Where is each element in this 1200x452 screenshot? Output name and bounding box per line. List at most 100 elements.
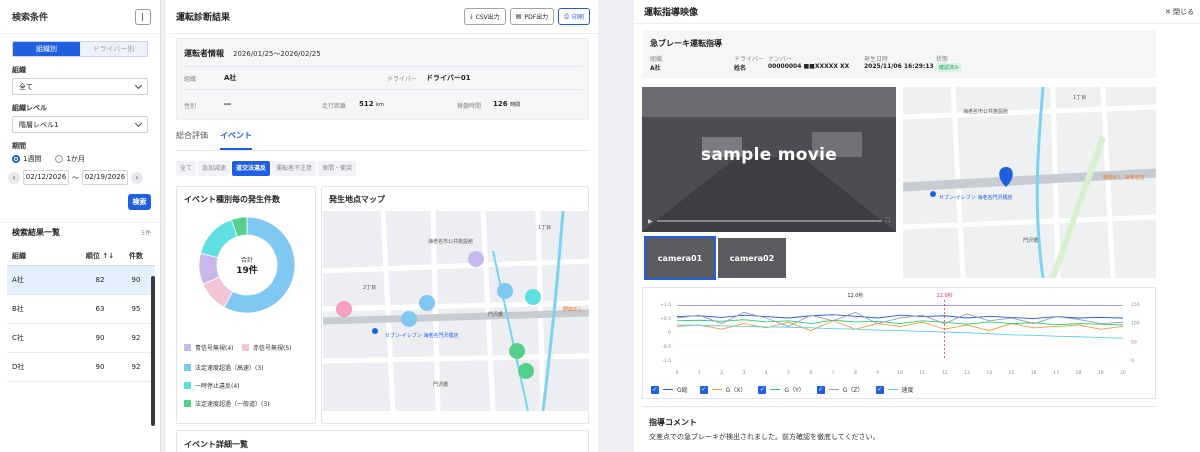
donut-slice-3[interactable] bbox=[199, 219, 238, 259]
results-title: 検索結果一覧 bbox=[12, 228, 60, 237]
row-rank: 90 bbox=[95, 363, 105, 371]
date-from-field[interactable]: 02/12/2026 bbox=[23, 170, 69, 185]
series-toggle[interactable]: ✓ G総 bbox=[651, 385, 688, 394]
collapse-panel-icon[interactable] bbox=[135, 8, 151, 25]
event-marker-icon[interactable] bbox=[518, 363, 534, 379]
series-toggle[interactable]: ✓ G（Y） bbox=[758, 385, 805, 394]
level-select[interactable]: 階層レベル1 bbox=[12, 116, 148, 133]
org-select-value: 全て bbox=[19, 82, 33, 91]
event-marker-icon[interactable] bbox=[497, 283, 513, 299]
event-marker-icon[interactable] bbox=[336, 301, 352, 317]
chip-accel[interactable]: 急加減速 bbox=[198, 161, 231, 176]
org-value: A社 bbox=[224, 74, 237, 82]
print-button[interactable]: ⎙ 印刷 bbox=[558, 8, 590, 25]
table-row[interactable]: D社 90 92 bbox=[7, 353, 155, 382]
series-toggle[interactable]: ✓ G（X） bbox=[699, 385, 746, 394]
legend-label: G（Z） bbox=[842, 387, 864, 394]
close-button[interactable]: ✕ 閉じる bbox=[1165, 7, 1194, 17]
table-row[interactable]: B社 63 95 bbox=[7, 295, 155, 324]
col-rank-header[interactable]: 順位 ↑↓ bbox=[79, 251, 121, 261]
results-count: 5件 bbox=[141, 230, 151, 237]
chip-all[interactable]: 全て bbox=[176, 161, 197, 176]
row-rank: 90 bbox=[95, 334, 105, 342]
legend-line bbox=[770, 389, 781, 390]
legend-line bbox=[663, 389, 673, 390]
event-marker-icon[interactable] bbox=[509, 343, 525, 359]
period-1month[interactable]: 1か月 bbox=[55, 154, 85, 164]
sidebar-title: 検索条件 bbox=[12, 13, 49, 23]
play-icon[interactable]: ▶ bbox=[648, 218, 653, 225]
x-tick: 8 bbox=[854, 370, 857, 376]
y-left-tick: -1.0 bbox=[662, 358, 671, 364]
y-right-tick: 0 bbox=[1131, 358, 1134, 364]
segment-by-driver[interactable]: ドライバー別 bbox=[80, 42, 147, 56]
x-tick: 13 bbox=[964, 370, 970, 376]
video-seekbar[interactable] bbox=[656, 220, 882, 222]
video-controls: ▶ ⛶ bbox=[648, 217, 890, 225]
group-by-toggle[interactable]: 組織別 ドライバー別 bbox=[12, 41, 148, 57]
series-line-4 bbox=[676, 324, 1124, 339]
search-button[interactable]: 検索 bbox=[128, 194, 151, 210]
org-select[interactable]: 全て bbox=[12, 78, 148, 95]
tab-events[interactable]: イベント bbox=[220, 130, 252, 150]
event-location-map[interactable]: 海老名市公共施設館 門沢橋 1丁目 2丁目 門沢橋 セブン-イレブン 海老名門沢… bbox=[323, 211, 589, 411]
incident-title: 急ブレーキ運転指導 bbox=[650, 39, 722, 48]
col-count-header[interactable]: 件数 bbox=[121, 251, 151, 261]
event-marker-icon[interactable] bbox=[525, 289, 541, 305]
video-player[interactable]: sample movie ▶ ⛶ bbox=[642, 87, 896, 232]
next-period-button[interactable]: › bbox=[131, 171, 143, 184]
table-row[interactable]: A社 82 90 bbox=[7, 266, 155, 295]
x-tick: 6 bbox=[809, 370, 812, 376]
inc-number-key: ナンバー bbox=[768, 56, 793, 63]
map-label-2chome: 2丁目 bbox=[363, 285, 376, 291]
event-marker-icon[interactable] bbox=[419, 295, 435, 311]
download-icon: ⤓ bbox=[470, 12, 473, 20]
legend-item: 赤信号無視(5) bbox=[242, 343, 292, 352]
legend-swatch bbox=[184, 382, 191, 389]
series-toggle[interactable]: ✓ 速度 bbox=[875, 385, 914, 394]
series-toggle[interactable]: ✓ G（Z） bbox=[816, 385, 864, 394]
results-header: 検索結果一覧 5件 bbox=[0, 222, 161, 242]
x-tick: 3 bbox=[742, 370, 745, 376]
store-pin-icon bbox=[372, 328, 378, 334]
incident-map-canvas: 海老名市公共施設館 野郎めし 海老名店 セブン-イレブン 海老名門沢橋店 門沢橋… bbox=[903, 87, 1156, 278]
legend-item: 青信号無視(4) bbox=[184, 343, 234, 352]
camera02-thumb[interactable]: camera02 bbox=[718, 238, 786, 278]
y-right-tick: 50 bbox=[1131, 339, 1137, 345]
prev-period-button[interactable]: ‹ bbox=[8, 171, 20, 184]
diagnosis-header: 運転診断結果 ⤓ CSV出力 ▤ PDF出力 ⎙ 印刷 bbox=[166, 0, 598, 34]
legend-line bbox=[828, 389, 839, 390]
map-label-store: セブン-イレブン 海老名門沢橋店 bbox=[385, 332, 458, 339]
distance-value: 512 km bbox=[359, 100, 384, 108]
y-left-tick: -0.5 bbox=[662, 344, 671, 350]
sex-value: ― bbox=[224, 100, 231, 108]
incident-location-map[interactable]: 海老名市公共施設館 野郎めし 海老名店 セブン-イレブン 海老名門沢橋店 門沢橋… bbox=[903, 87, 1156, 278]
event-marker-icon[interactable] bbox=[401, 311, 417, 327]
x-tick: 12 bbox=[942, 370, 948, 376]
chip-collision[interactable]: 車間・衝突 bbox=[318, 161, 357, 176]
chip-traffic-violation[interactable]: 道交法違反 bbox=[232, 161, 271, 176]
pdf-export-button[interactable]: ▤ PDF出力 bbox=[509, 8, 555, 25]
period-1week[interactable]: 1週間 bbox=[12, 154, 41, 164]
camera01-thumb[interactable]: camera01 bbox=[644, 236, 716, 280]
map-label-monzawa: 門沢橋 bbox=[433, 381, 448, 388]
printer-icon: ⎙ bbox=[564, 12, 569, 20]
x-tick: 9 bbox=[876, 370, 879, 376]
legend-label: 一時停止違反(4) bbox=[195, 383, 240, 390]
tab-overall[interactable]: 総合評価 bbox=[176, 130, 208, 150]
date-to-field[interactable]: 02/19/2026 bbox=[82, 170, 128, 185]
donut-center-label: 合計 bbox=[241, 256, 253, 264]
event-type-chart-card: イベント種別毎の発生件数 合計 19件 青信号無視(4) 赤信号無視(5) 法定速度超… bbox=[176, 186, 316, 424]
worktime-value: 126 時間 bbox=[493, 100, 520, 108]
table-row[interactable]: C社 90 92 bbox=[7, 324, 155, 353]
results-scrollbar[interactable] bbox=[151, 276, 155, 426]
chip-inattention[interactable]: 運転者不注意 bbox=[272, 161, 317, 176]
divider bbox=[184, 66, 582, 67]
col-org-header[interactable]: 組織 bbox=[7, 251, 79, 261]
legend-label: G（Y） bbox=[784, 387, 805, 394]
fullscreen-icon[interactable]: ⛶ bbox=[886, 217, 890, 225]
event-marker-icon[interactable] bbox=[468, 251, 484, 267]
map-label-area: 海老名市公共施設館 bbox=[428, 238, 473, 245]
segment-by-org[interactable]: 組織別 bbox=[13, 42, 80, 56]
csv-export-button[interactable]: ⤓ CSV出力 bbox=[464, 8, 506, 25]
